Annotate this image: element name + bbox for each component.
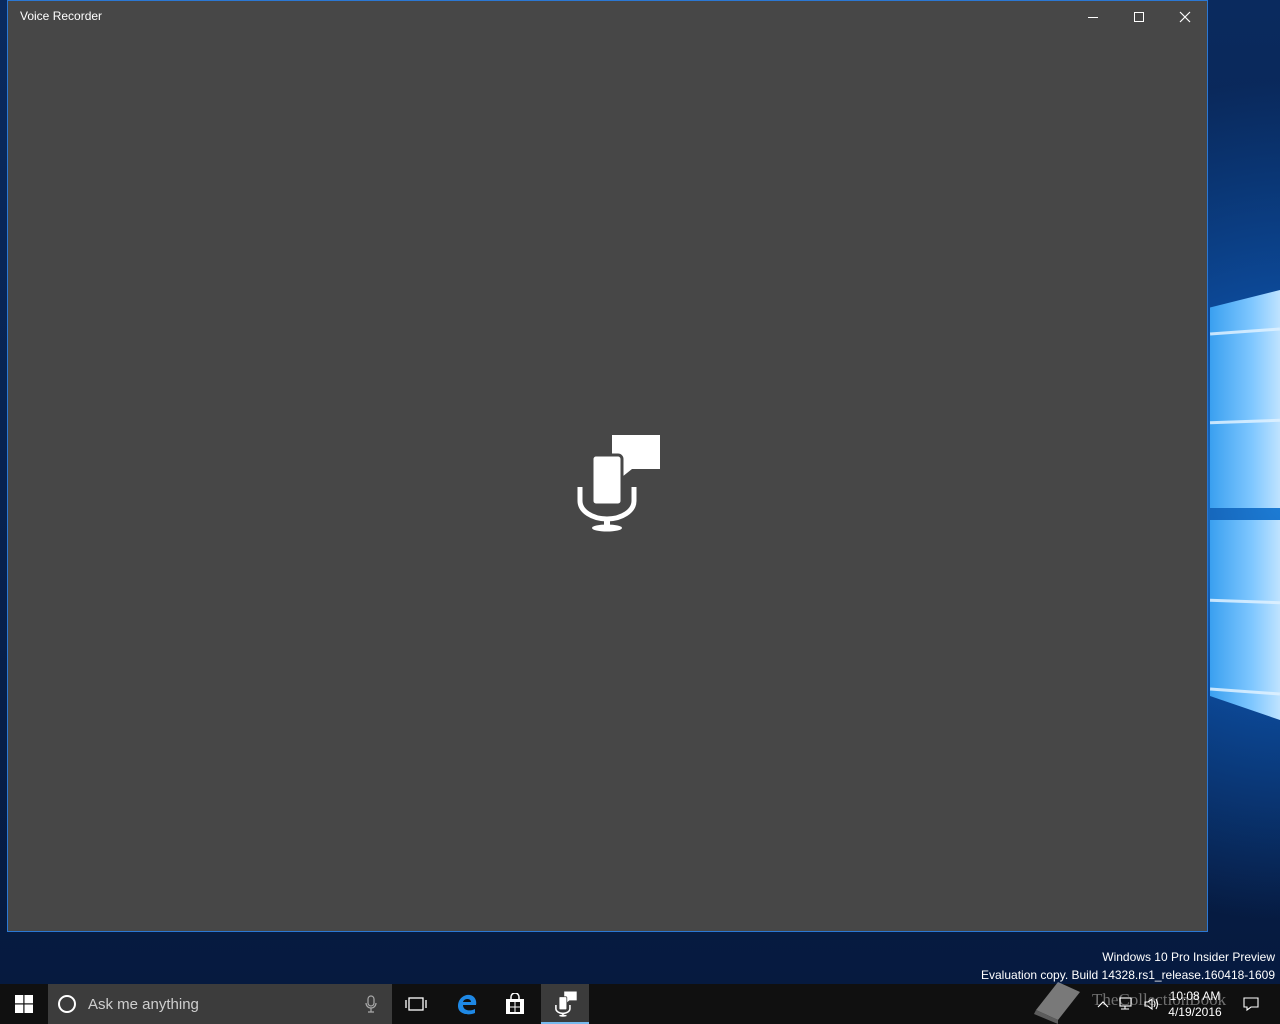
- store-icon: [506, 993, 524, 1014]
- clock-date: 4/19/2016: [1168, 1005, 1222, 1019]
- close-icon: [1179, 11, 1191, 22]
- task-view-icon: [405, 997, 427, 1011]
- window-title: Voice Recorder: [20, 9, 103, 23]
- minimize-button[interactable]: [1070, 1, 1116, 32]
- minimize-icon: [1088, 16, 1098, 18]
- windows-logo-upper-pane: [1210, 290, 1280, 508]
- edge-button[interactable]: [443, 984, 491, 1024]
- network-icon: [1119, 997, 1132, 1010]
- volume-button[interactable]: [1141, 984, 1163, 1024]
- build-watermark-line1: Windows 10 Pro Insider Preview: [1102, 950, 1275, 964]
- build-watermark-line2: Evaluation copy. Build 14328.rs1_release…: [981, 968, 1275, 982]
- voice-recorder-icon: [555, 991, 577, 1017]
- close-button[interactable]: [1162, 1, 1208, 32]
- start-button[interactable]: [0, 984, 48, 1024]
- notification-icon: [1243, 997, 1259, 1012]
- maximize-button[interactable]: [1116, 1, 1162, 32]
- action-center-button[interactable]: [1238, 984, 1264, 1024]
- clock-time: 10:08 AM: [1169, 989, 1221, 1003]
- show-hidden-icons-button[interactable]: [1093, 984, 1113, 1024]
- edge-icon: [458, 994, 477, 1015]
- windows-logo-icon: [15, 995, 33, 1013]
- chevron-up-icon: [1097, 1001, 1109, 1008]
- voice-recorder-window: Voice Recorder: [7, 0, 1208, 932]
- task-view-button[interactable]: [392, 984, 440, 1024]
- maximize-icon: [1134, 11, 1144, 22]
- taskbar: Ask me anything TheCollectionBook 10:08 …: [0, 982, 1280, 1024]
- store-button[interactable]: [491, 984, 539, 1024]
- book-logo-icon: [1034, 982, 1080, 1024]
- cortana-search-box[interactable]: Ask me anything: [48, 984, 392, 1024]
- network-button[interactable]: [1116, 984, 1138, 1024]
- voice-recorder-taskbar-button[interactable]: [541, 984, 589, 1024]
- clock[interactable]: 10:08 AM 4/19/2016: [1166, 988, 1224, 1020]
- voice-recorder-icon: [577, 435, 660, 532]
- cortana-icon: [58, 995, 76, 1013]
- microphone-icon[interactable]: [364, 995, 378, 1013]
- search-placeholder: Ask me anything: [88, 996, 199, 1013]
- volume-icon: [1144, 997, 1159, 1011]
- title-bar[interactable]: Voice Recorder: [8, 1, 1207, 32]
